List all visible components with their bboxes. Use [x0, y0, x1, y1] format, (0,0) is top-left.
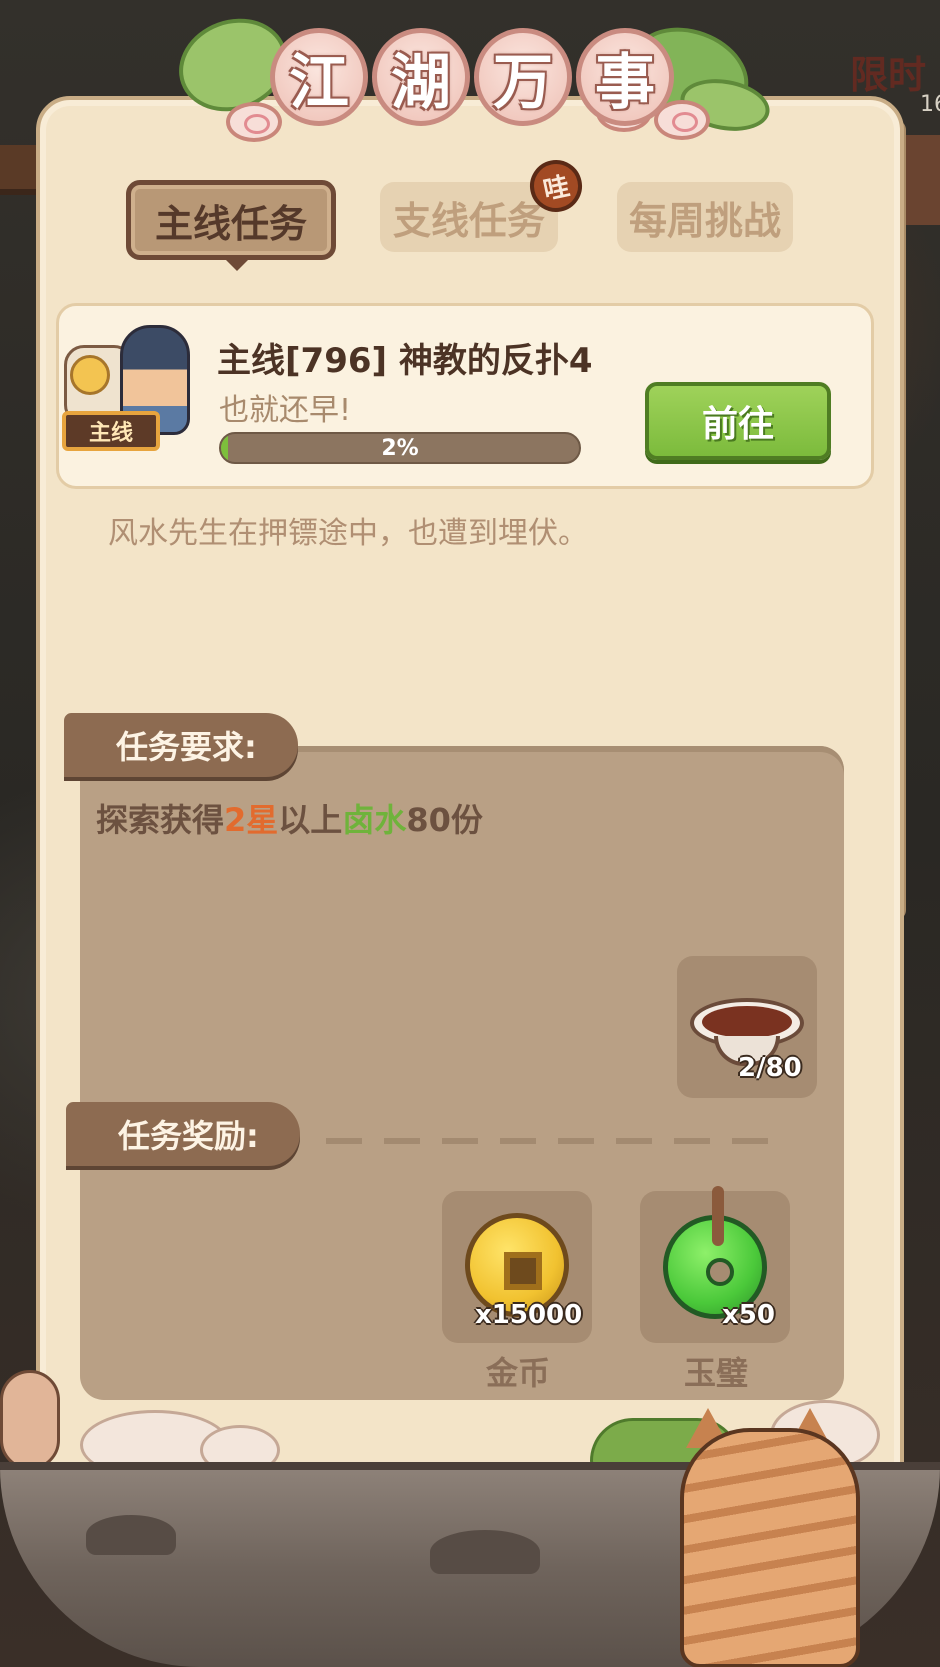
limited-event-label[interactable]: 限时 [850, 44, 940, 99]
pot-handle [430, 1530, 540, 1574]
requirement-text: 探索获得2星以上卤水80份 [96, 795, 483, 841]
quest-description: 风水先生在押镖途中，也遭到埋伏。 [108, 516, 588, 551]
limited-event-sub: 16 [920, 92, 940, 117]
jade-cord-icon [712, 1186, 724, 1246]
reward-count-gold: x15000 [475, 1300, 583, 1330]
reward-label-jade: 玉璧 [684, 1354, 749, 1392]
hand-icon [0, 1370, 60, 1470]
page-title: 江 湖 万 事 [270, 28, 674, 126]
reward-label-gold: 金币 [486, 1354, 551, 1392]
tab-main-quests[interactable]: 主线任务 [126, 180, 336, 271]
req-quantity: 80份 [406, 801, 483, 839]
quest-progress-bar: 2% [219, 432, 581, 464]
quest-subtitle: 也就还早! [219, 393, 352, 428]
reward-count-jade: x50 [722, 1300, 775, 1330]
gourd-icon [70, 355, 110, 395]
quest-npc-avatar: 主线 [60, 325, 195, 455]
rewards-header: 任务奖励: [66, 1102, 300, 1166]
requirements-header: 任务要求: [64, 713, 298, 777]
title-banner: 江 湖 万 事 [165, 3, 774, 150]
quest-title: 主线[796] 神教的反扑4 [217, 341, 593, 381]
req-part: 以上 [278, 801, 343, 839]
tab-weekly-challenge[interactable]: 每周挑战 [617, 182, 793, 252]
requirement-item-count: 2/80 [738, 1053, 802, 1083]
go-button[interactable]: 前往 [645, 382, 831, 460]
title-char: 江 [270, 28, 368, 126]
title-char: 事 [576, 28, 674, 126]
title-char: 万 [474, 28, 572, 126]
req-item-name: 卤水 [342, 801, 407, 839]
divider [326, 1138, 776, 1144]
cat-mascot-icon[interactable] [680, 1428, 860, 1667]
title-char: 湖 [372, 28, 470, 126]
progress-text: 2% [381, 435, 419, 461]
req-star-level: 2星 [224, 801, 279, 839]
pot-handle [86, 1515, 176, 1555]
req-part: 探索获得 [96, 801, 225, 839]
quest-type-tag: 主线 [62, 411, 160, 451]
